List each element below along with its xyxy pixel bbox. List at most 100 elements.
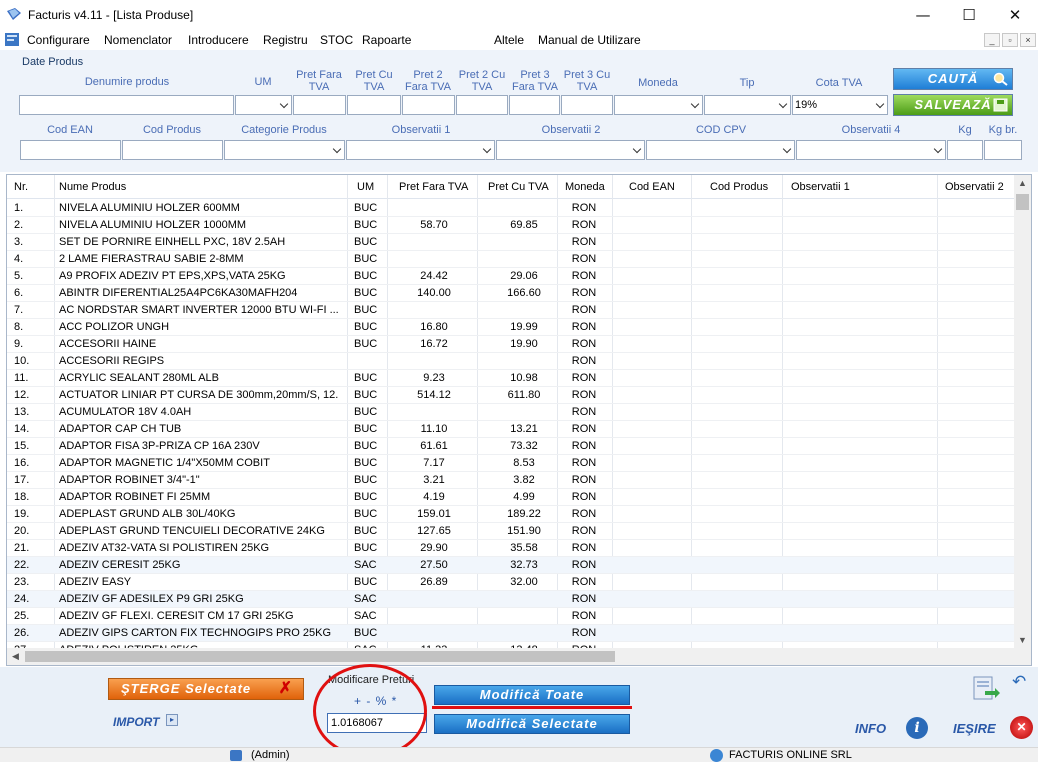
kg-br-input[interactable] <box>984 140 1022 160</box>
table-row[interactable]: 17. ADAPTOR ROBINET 3/4"-1" BUC 3.21 3.82 RON <box>7 472 1015 489</box>
vertical-scrollbar[interactable]: ▲ ▼ <box>1014 175 1031 649</box>
label-obs1: Observatii 1 <box>391 124 451 136</box>
minimize-button[interactable]: — <box>900 0 946 30</box>
info-link[interactable]: INFO <box>855 721 886 736</box>
table-row[interactable]: 23. ADEZIV EASY BUC 26.89 32.00 RON <box>7 574 1015 591</box>
table-row[interactable]: 11. ACRYLIC SEALANT 280ML ALB BUC 9.23 10.98… <box>7 370 1015 387</box>
obs1-select[interactable] <box>346 140 495 160</box>
pret-cu-input[interactable] <box>347 95 401 115</box>
header-um[interactable]: UM <box>357 181 374 193</box>
cod-produs-input[interactable] <box>122 140 223 160</box>
header-nr[interactable]: Nr. <box>14 181 28 193</box>
import-icon[interactable]: ▸ <box>166 714 178 726</box>
kg-input[interactable] <box>947 140 983 160</box>
mdi-close-button[interactable]: × <box>1020 33 1036 47</box>
table-row[interactable]: 10. ACCESORII REGIPS RON <box>7 353 1015 370</box>
menu-registru[interactable]: Registru <box>263 33 308 47</box>
sterge-selectate-button[interactable]: ŞTERGE Selectate ✗ <box>108 678 304 700</box>
mdi-minimize-button[interactable]: _ <box>984 33 1000 47</box>
table-row[interactable]: 9. ACCESORII HAINE BUC 16.72 19.90 RON <box>7 336 1015 353</box>
table-row[interactable]: 6. ABINTR DIFERENTIAL25A4PC6KA30MAFH204 BU… <box>7 285 1015 302</box>
table-row[interactable]: 22. ADEZIV CERESIT 25KG SAC 27.50 32.73 RON <box>7 557 1015 574</box>
exit-icon[interactable]: ✕ <box>1010 716 1033 739</box>
obs2-select[interactable] <box>496 140 645 160</box>
pret-fara-input[interactable] <box>293 95 346 115</box>
menu-altele[interactable]: Altele <box>494 33 524 47</box>
header-obs1[interactable]: Observatii 1 <box>791 181 850 193</box>
menu-app-icon[interactable] <box>4 32 20 47</box>
table-row[interactable]: 24. ADEZIV GF ADESILEX P9 GRI 25KG SAC RON <box>7 591 1015 608</box>
header-pret-fara[interactable]: Pret Fara TVA <box>399 181 468 193</box>
table-row[interactable]: 18. ADAPTOR ROBINET FI 25MM BUC 4.19 4.99 RON <box>7 489 1015 506</box>
label-cod-produs: Cod Produs <box>142 124 202 136</box>
table-row[interactable]: 19. ADEPLAST GRUND ALB 30L/40KG BUC 159.01 1… <box>7 506 1015 523</box>
header-nume[interactable]: Nume Produs <box>59 181 126 193</box>
cell-pf: 24.42 <box>420 270 448 282</box>
table-row[interactable]: 15. ADAPTOR FISA 3P-PRIZA CP 16A 230V BUC 6… <box>7 438 1015 455</box>
tip-select[interactable] <box>704 95 791 115</box>
table-row[interactable]: 20. ADEPLAST GRUND TENCUIELI DECORATIVE 2… <box>7 523 1015 540</box>
pret3-fara-input[interactable] <box>509 95 560 115</box>
salveaza-button[interactable]: SALVEAZĂ <box>893 94 1013 116</box>
cell-mon: RON <box>571 338 597 350</box>
scroll-down-icon[interactable]: ▼ <box>1014 632 1031 649</box>
table-row[interactable]: 13. ACUMULATOR 18V 4.0AH BUC RON <box>7 404 1015 421</box>
label-cod-cpv: COD CPV <box>695 124 747 136</box>
export-icon[interactable] <box>971 675 1001 703</box>
table-row[interactable]: 26. ADEZIV GIPS CARTON FIX TECHNOGIPS PRO… <box>7 625 1015 642</box>
import-link[interactable]: IMPORT <box>113 715 159 729</box>
moneda-select[interactable] <box>614 95 703 115</box>
header-cod-produs[interactable]: Cod Produs <box>710 181 768 193</box>
cell-name: ACC POLIZOR UNGH <box>59 321 170 333</box>
close-button[interactable]: ✕ <box>992 0 1038 30</box>
cod-ean-input[interactable] <box>20 140 121 160</box>
table-row[interactable]: 5. A9 PROFIX ADEZIV PT EPS,XPS,VATA 25KG B… <box>7 268 1015 285</box>
cota-tva-select[interactable]: 19% <box>792 95 888 115</box>
header-obs2[interactable]: Observatii 2 <box>945 181 1004 193</box>
menu-stoc[interactable]: STOC <box>320 33 353 47</box>
modifica-toate-button[interactable]: Modifică Toate <box>434 685 630 705</box>
horizontal-scrollbar[interactable]: ◀ <box>7 648 1015 665</box>
cauta-button[interactable]: CAUTĂ <box>893 68 1013 90</box>
menu-introducere[interactable]: Introducere <box>188 33 249 47</box>
vertical-scroll-thumb[interactable] <box>1016 194 1029 210</box>
table-row[interactable]: 16. ADAPTOR MAGNETIC 1/4"X50MM COBIT BUC 7.… <box>7 455 1015 472</box>
cell-um: SAC <box>354 610 377 622</box>
cod-cpv-select[interactable] <box>646 140 795 160</box>
um-select[interactable] <box>235 95 292 115</box>
table-row[interactable]: 12. ACTUATOR LINIAR PT CURSA DE 300mm,20m… <box>7 387 1015 404</box>
menu-rapoarte[interactable]: Rapoarte <box>362 33 411 47</box>
pret3-cu-input[interactable] <box>561 95 613 115</box>
scroll-left-icon[interactable]: ◀ <box>7 648 24 665</box>
undo-icon[interactable]: ↶ <box>1012 672 1026 692</box>
cell-um: BUC <box>354 576 378 588</box>
menu-manual[interactable]: Manual de Utilizare <box>538 33 641 47</box>
categorie-select[interactable] <box>224 140 345 160</box>
maximize-button[interactable]: ☐ <box>946 0 992 30</box>
table-row[interactable]: 25. ADEZIV GF FLEXI. CERESIT CM 17 GRI 25… <box>7 608 1015 625</box>
iesire-link[interactable]: IEŞIRE <box>953 721 996 736</box>
pret2-cu-input[interactable] <box>456 95 508 115</box>
header-cod-ean[interactable]: Cod EAN <box>629 181 675 193</box>
table-row[interactable]: 14. ADAPTOR CAP CH TUB BUC 11.10 13.21 RON <box>7 421 1015 438</box>
denumire-input[interactable] <box>19 95 234 115</box>
modifica-selectate-button[interactable]: Modifică Selectate <box>434 714 630 734</box>
table-row[interactable]: 1. NIVELA ALUMINIU HOLZER 600MM BUC RON <box>7 200 1015 217</box>
table-row[interactable]: 7. AC NORDSTAR SMART INVERTER 12000 BTU W… <box>7 302 1015 319</box>
table-row[interactable]: 4. 2 LAME FIERASTRAU SABIE 2-8MM BUC RON <box>7 251 1015 268</box>
obs4-select[interactable] <box>796 140 946 160</box>
table-row[interactable]: 8. ACC POLIZOR UNGH BUC 16.80 19.99 RON <box>7 319 1015 336</box>
menu-configurare[interactable]: Configurare <box>27 33 90 47</box>
scroll-up-icon[interactable]: ▲ <box>1014 175 1031 192</box>
menu-nomenclator[interactable]: Nomenclator <box>104 33 172 47</box>
horizontal-scroll-thumb[interactable] <box>25 651 615 662</box>
table-row[interactable]: 21. ADEZIV AT32-VATA SI POLISTIREN 25KG BU… <box>7 540 1015 557</box>
table-row[interactable]: 2. NIVELA ALUMINIU HOLZER 1000MM BUC 58.70… <box>7 217 1015 234</box>
mdi-restore-button[interactable]: ▫ <box>1002 33 1018 47</box>
table-row[interactable]: 3. SET DE PORNIRE EINHELL PXC, 18V 2.5AH… <box>7 234 1015 251</box>
info-icon[interactable]: i <box>906 717 928 739</box>
header-pret-cu[interactable]: Pret Cu TVA <box>488 181 549 193</box>
pret2-fara-input[interactable] <box>402 95 455 115</box>
cell-pc: 13.21 <box>510 423 538 435</box>
header-moneda[interactable]: Moneda <box>565 181 605 193</box>
